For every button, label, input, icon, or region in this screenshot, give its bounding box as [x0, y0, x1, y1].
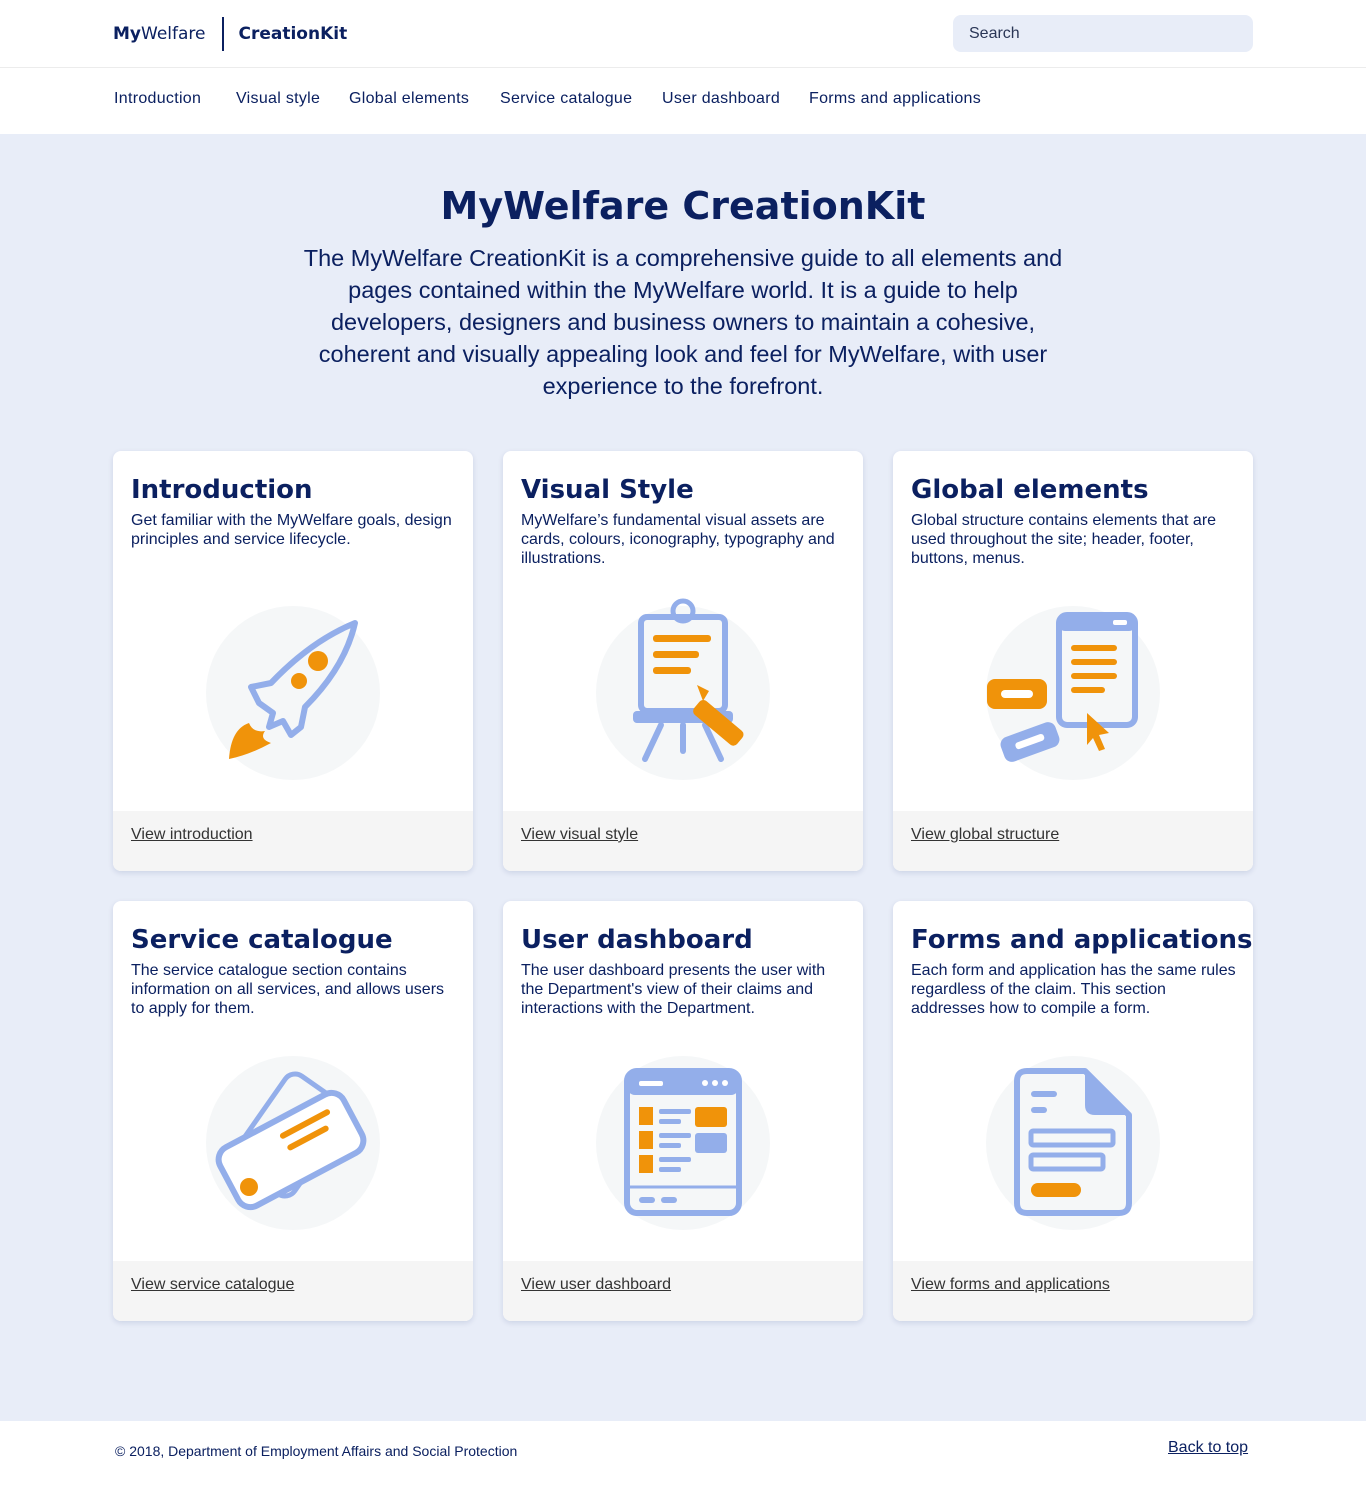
card-visual-style: Visual Style MyWelfare’s fundamental vis… — [503, 451, 863, 871]
card-description: The service catalogue section contains i… — [131, 962, 445, 1017]
cards-icon — [206, 1056, 380, 1230]
site-footer: © 2018, Department of Employment Affairs… — [0, 1421, 1366, 1488]
view-global-structure-link[interactable]: View global structure — [911, 826, 1059, 844]
logo-creationkit: CreationKit — [238, 24, 348, 44]
dashboard-icon — [596, 1056, 770, 1230]
card-title: User dashboard — [521, 925, 753, 955]
card-footer: View visual style — [503, 811, 863, 871]
main-nav: Introduction Visual style Global element… — [0, 68, 1366, 134]
page-intro: The MyWelfare CreationKit is a comprehen… — [303, 245, 1063, 399]
card-global-elements: Global elements Global structure contain… — [893, 451, 1253, 871]
card-description: Global structure contains elements that … — [911, 512, 1217, 567]
card-user-dashboard: User dashboard The user dashboard presen… — [503, 901, 863, 1321]
card-title: Service catalogue — [131, 925, 393, 955]
card-description: Each form and application has the same r… — [911, 962, 1236, 1017]
view-forms-applications-link[interactable]: View forms and applications — [911, 1276, 1110, 1294]
card-footer: View service catalogue — [113, 1261, 473, 1321]
nav-item-service-catalogue[interactable]: Service catalogue — [500, 90, 632, 108]
card-footer: View user dashboard — [503, 1261, 863, 1321]
nav-item-visual-style[interactable]: Visual style — [236, 90, 320, 108]
page-title: MyWelfare CreationKit — [440, 184, 926, 228]
card-footer: View introduction — [113, 811, 473, 871]
card-forms-applications: Forms and applications Each form and app… — [893, 901, 1253, 1321]
document-icon — [986, 1056, 1160, 1230]
nav-item-introduction[interactable]: Introduction — [114, 90, 201, 108]
card-title: Visual Style — [521, 475, 694, 505]
card-title: Introduction — [131, 475, 313, 505]
card-description: MyWelfare’s fundamental visual assets ar… — [521, 512, 835, 567]
card-footer: View forms and applications — [893, 1261, 1253, 1321]
view-user-dashboard-link[interactable]: View user dashboard — [521, 1276, 671, 1294]
card-service-catalogue: Service catalogue The service catalogue … — [113, 901, 473, 1321]
card-title: Global elements — [911, 475, 1149, 505]
card-introduction: Introduction Get familiar with the MyWel… — [113, 451, 473, 871]
card-title: Forms and applications — [911, 925, 1253, 955]
view-service-catalogue-link[interactable]: View service catalogue — [131, 1276, 294, 1294]
nav-item-user-dashboard[interactable]: User dashboard — [662, 90, 780, 108]
copyright-text: © 2018, Department of Employment Affairs… — [115, 1443, 518, 1459]
easel-icon — [596, 598, 770, 780]
site-logo[interactable]: MyWelfare CreationKit — [113, 17, 347, 51]
logo-divider — [222, 17, 225, 51]
ui-elements-icon — [986, 606, 1160, 780]
view-visual-style-link[interactable]: View visual style — [521, 826, 638, 844]
view-introduction-link[interactable]: View introduction — [131, 826, 253, 844]
back-to-top-link[interactable]: Back to top — [1168, 1439, 1248, 1457]
logo-mywelfare: MyWelfare — [113, 24, 206, 44]
site-header: MyWelfare CreationKit — [0, 0, 1366, 68]
search-input[interactable] — [953, 15, 1253, 52]
nav-item-global-elements[interactable]: Global elements — [349, 90, 469, 108]
card-footer: View global structure — [893, 811, 1253, 871]
main-content: MyWelfare CreationKit The MyWelfare Crea… — [0, 134, 1366, 1421]
card-description: The user dashboard presents the user wit… — [521, 962, 826, 1017]
nav-item-forms-applications[interactable]: Forms and applications — [809, 90, 981, 108]
rocket-icon — [206, 606, 380, 780]
card-description: Get familiar with the MyWelfare goals, d… — [131, 512, 452, 548]
